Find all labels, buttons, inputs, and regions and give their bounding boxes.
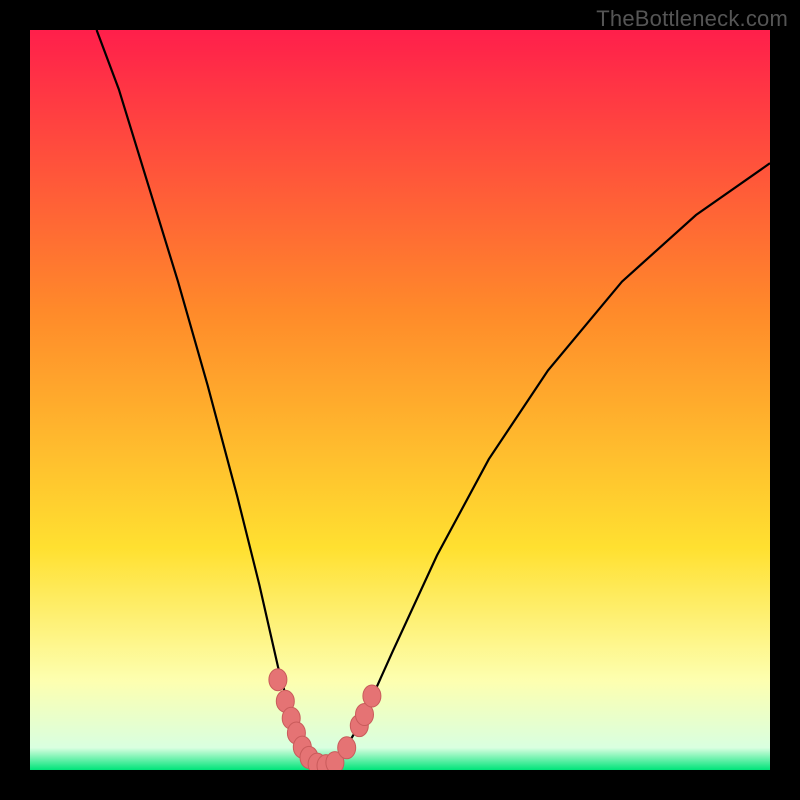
bottleneck-chart bbox=[30, 30, 770, 770]
gradient-background bbox=[30, 30, 770, 770]
curve-marker bbox=[363, 685, 381, 707]
curve-marker bbox=[338, 737, 356, 759]
watermark-text: TheBottleneck.com bbox=[596, 6, 788, 32]
plot-area bbox=[30, 30, 770, 770]
chart-frame: TheBottleneck.com bbox=[0, 0, 800, 800]
curve-marker bbox=[269, 669, 287, 691]
